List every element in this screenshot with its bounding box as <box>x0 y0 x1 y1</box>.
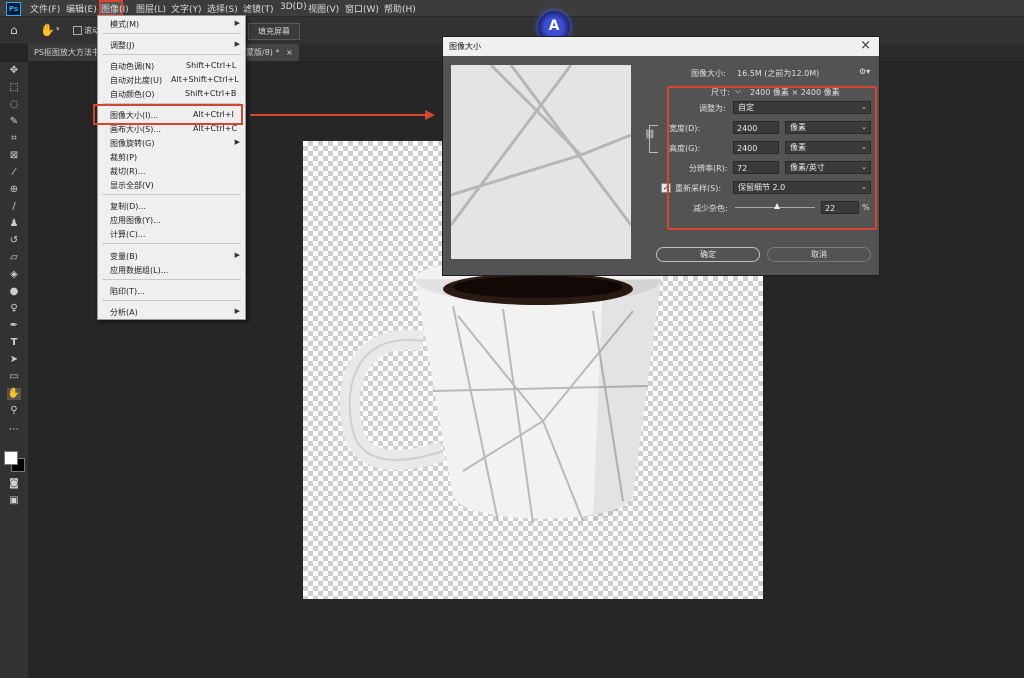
dialog-close-icon[interactable]: × <box>860 38 871 53</box>
menu-item-reveal-all[interactable]: 显示全部(V) <box>110 180 154 191</box>
tab-document-2[interactable]: 蒙版/8) * × <box>246 44 299 61</box>
crop-tool-icon[interactable]: ⌗ <box>7 133 21 145</box>
menu-item-canvas-size[interactable]: 画布大小(S)... <box>110 124 161 135</box>
link-icon[interactable]: ⛓ <box>644 130 655 140</box>
more-tools-icon[interactable]: ⋯ <box>7 424 21 436</box>
menu-divider <box>102 243 241 244</box>
menu-type[interactable]: 文字(Y) <box>171 2 202 15</box>
toolbox: ✥ ⬚ ◌ ✎ ⌗ ⊠ ⁄ ⊕ ∕ ♟ ↺ ▱ ◈ ● ♀ ✒ T ➤ ▭ ✋ … <box>0 62 28 678</box>
hand-tool-icon[interactable]: ✋ <box>40 22 56 38</box>
image-size-label: 图像大小: <box>691 69 726 78</box>
image-preview[interactable] <box>451 65 631 259</box>
menu-edit[interactable]: 编辑(E) <box>66 2 97 15</box>
tab-close-icon[interactable]: × <box>286 48 293 57</box>
type-tool-icon[interactable]: T <box>7 337 21 349</box>
eraser-tool-icon[interactable]: ▱ <box>7 252 21 264</box>
menu-item-mode[interactable]: 模式(M) <box>110 19 139 30</box>
foreground-color-swatch[interactable] <box>4 451 18 465</box>
healing-tool-icon[interactable]: ⊕ <box>7 184 21 196</box>
cancel-button[interactable]: 取消 <box>767 247 871 262</box>
shape-tool-icon[interactable]: ▭ <box>7 371 21 383</box>
shortcut-auto-contrast: Alt+Shift+Ctrl+L <box>171 75 239 84</box>
menu-divider <box>102 194 241 195</box>
history-brush-icon[interactable]: ↺ <box>7 235 21 247</box>
annotation-arrow-icon <box>250 110 435 120</box>
menu-item-auto-contrast[interactable]: 自动对比度(U) <box>110 75 162 86</box>
preview-texture-image <box>451 65 631 259</box>
menu-filter[interactable]: 滤镜(T) <box>243 2 274 15</box>
eyedropper-tool-icon[interactable]: ⁄ <box>7 167 21 179</box>
menu-item-auto-tone[interactable]: 自动色调(N) <box>110 61 154 72</box>
menu-item-trim[interactable]: 裁切(R)... <box>110 166 145 177</box>
lasso-tool-icon[interactable]: ◌ <box>7 99 21 111</box>
screen-mode-icon[interactable]: ▣ <box>7 495 21 507</box>
gear-icon[interactable]: ⚙▾ <box>859 67 870 76</box>
paint-bucket-icon[interactable]: ◈ <box>7 269 21 281</box>
menu-divider <box>102 300 241 301</box>
menu-view[interactable]: 视图(V) <box>308 2 339 15</box>
zoom-tool-icon[interactable]: ⚲ <box>7 405 21 417</box>
settings-highlight-box <box>667 86 877 230</box>
quick-mask-icon[interactable]: ◙ <box>7 478 21 490</box>
path-select-icon[interactable]: ➤ <box>7 354 21 366</box>
stamp-tool-icon[interactable]: ♟ <box>7 218 21 230</box>
pen-tool-icon[interactable]: ✒ <box>7 320 21 332</box>
menu-divider <box>102 54 241 55</box>
submenu-arrow-icon: ▶ <box>234 251 240 259</box>
ok-button[interactable]: 确定 <box>656 247 760 262</box>
tab-document-2-label: 蒙版/8) * <box>246 48 280 57</box>
menu-item-analysis[interactable]: 分析(A) <box>110 307 138 318</box>
menu-layer[interactable]: 图层(L) <box>136 2 166 15</box>
scroll-all-checkbox[interactable] <box>73 26 82 35</box>
image-menu-dropdown: 模式(M) ▶ 调整(J) ▶ 自动色调(N) Shift+Ctrl+L 自动对… <box>97 15 246 320</box>
submenu-arrow-icon: ▶ <box>234 40 240 48</box>
dialog-titlebar: 图像大小 × <box>443 37 879 56</box>
fill-screen-button[interactable]: 填充屏幕 <box>248 23 300 40</box>
menu-divider <box>102 279 241 280</box>
menu-item-calculations[interactable]: 计算(C)... <box>110 229 145 240</box>
menu-item-auto-color[interactable]: 自动颜色(O) <box>110 89 155 100</box>
menu-item-apply-data-set[interactable]: 应用数据组(L)... <box>110 265 168 276</box>
menu-item-variables[interactable]: 变量(B) <box>110 251 138 262</box>
dodge-tool-icon[interactable]: ♀ <box>7 303 21 315</box>
submenu-arrow-icon: ▶ <box>234 138 240 146</box>
shortcut-auto-color: Shift+Ctrl+B <box>185 89 237 98</box>
marquee-tool-icon[interactable]: ⬚ <box>7 82 21 94</box>
tab-document-1[interactable]: PS抠图放大方法书 <box>28 44 106 61</box>
submenu-arrow-icon: ▶ <box>234 307 240 315</box>
menu-item-crop[interactable]: 裁剪(P) <box>110 152 137 163</box>
shortcut-canvas-size: Alt+Ctrl+C <box>193 124 238 133</box>
menu-file[interactable]: 文件(F) <box>30 2 60 15</box>
menu-image[interactable]: 图像(I) <box>101 2 129 15</box>
menu-divider <box>102 33 241 34</box>
menu-3d[interactable]: 3D(D) <box>280 2 307 12</box>
menu-item-duplicate[interactable]: 复制(D)... <box>110 201 146 212</box>
menu-item-apply-image[interactable]: 应用图像(Y)... <box>110 215 161 226</box>
hand-tool-active-icon[interactable]: ✋ <box>7 388 21 400</box>
chevron-down-icon[interactable]: ▾ <box>56 25 60 33</box>
dialog-title: 图像大小 <box>449 42 481 51</box>
menu-item-image-rotation[interactable]: 图像旋转(G) <box>110 138 154 149</box>
image-size-highlight-box <box>93 104 243 125</box>
photoshop-logo[interactable]: Ps <box>6 2 21 16</box>
menu-help[interactable]: 帮助(H) <box>384 2 416 15</box>
brush-tool-icon[interactable]: ∕ <box>7 201 21 213</box>
shortcut-auto-tone: Shift+Ctrl+L <box>186 61 237 70</box>
menu-window[interactable]: 窗口(W) <box>345 2 379 15</box>
menu-select[interactable]: 选择(S) <box>207 2 238 15</box>
menu-item-adjustments[interactable]: 调整(J) <box>110 40 135 51</box>
quick-select-tool-icon[interactable]: ✎ <box>7 116 21 128</box>
menu-item-trap[interactable]: 陷印(T)... <box>110 286 145 297</box>
move-tool-icon[interactable]: ✥ <box>7 65 21 77</box>
submenu-arrow-icon: ▶ <box>234 19 240 27</box>
blur-tool-icon[interactable]: ● <box>7 286 21 298</box>
frame-tool-icon[interactable]: ⊠ <box>7 150 21 162</box>
home-icon[interactable]: ⌂ <box>10 23 26 37</box>
image-size-value: 16.5M (之前为12.0M) <box>737 69 820 78</box>
